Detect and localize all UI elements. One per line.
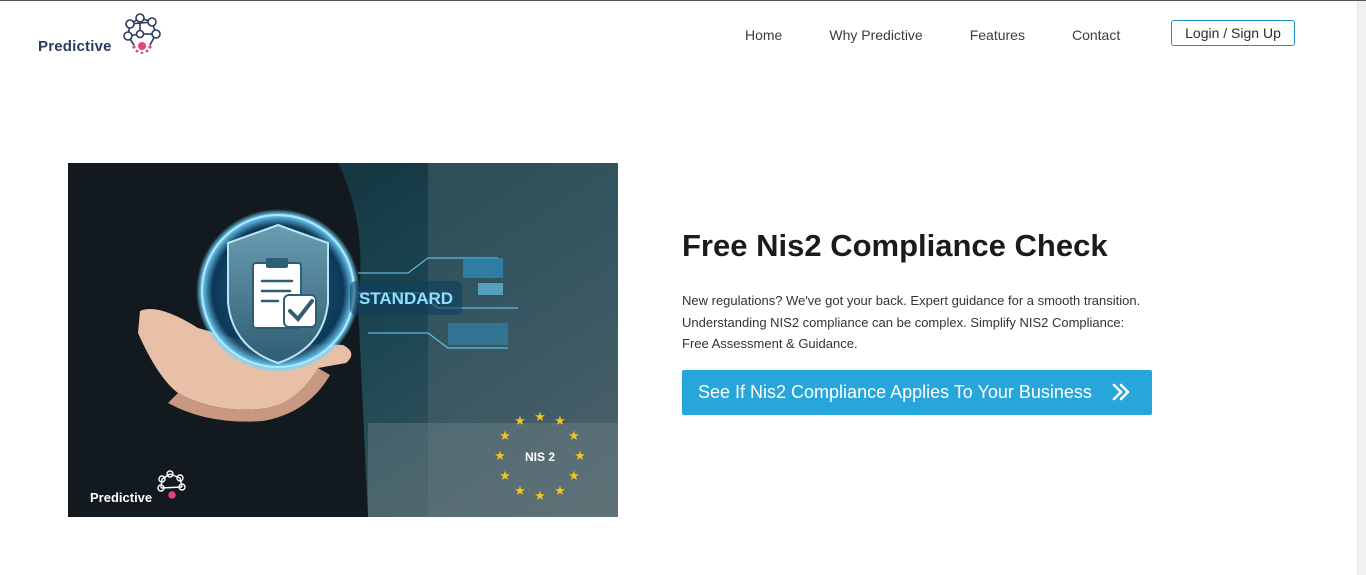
svg-text:★: ★ (534, 409, 546, 424)
svg-text:★: ★ (499, 428, 511, 443)
svg-text:★: ★ (568, 428, 580, 443)
svg-text:★: ★ (514, 483, 526, 498)
svg-text:★: ★ (554, 413, 566, 428)
hero-image: STANDARD ★ ★ ★ ★ ★ ★ ★ ★ ★ ★ ★ ★ NIS 2 P… (68, 163, 618, 517)
svg-text:★: ★ (499, 468, 511, 483)
nav-why-predictive[interactable]: Why Predictive (829, 27, 922, 43)
svg-text:★: ★ (534, 488, 546, 503)
image-watermark-brand: Predictive (90, 490, 152, 505)
nav-home[interactable]: Home (745, 27, 782, 43)
brand-name: Predictive (38, 38, 112, 55)
cta-label: See If Nis2 Compliance Applies To Your B… (698, 382, 1092, 402)
page-title: Free Nis2 Compliance Check (682, 228, 1108, 263)
main-nav: Home Why Predictive Features Contact (700, 24, 1167, 46)
standard-label: STANDARD (359, 289, 453, 308)
compliance-check-button[interactable]: See If Nis2 Compliance Applies To Your B… (682, 370, 1152, 415)
nav-features[interactable]: Features (970, 27, 1025, 43)
brand-logo[interactable]: Predictive (38, 12, 163, 55)
svg-text:★: ★ (554, 483, 566, 498)
window-top-border (0, 0, 1366, 1)
svg-text:★: ★ (574, 448, 586, 463)
svg-text:★: ★ (494, 448, 506, 463)
svg-text:★: ★ (514, 413, 526, 428)
network-brain-icon (123, 13, 161, 54)
hero-description: New regulations? We've got your back. Ex… (682, 293, 1141, 351)
svg-text:★: ★ (568, 468, 580, 483)
login-signup-button[interactable]: Login / Sign Up (1171, 20, 1295, 46)
nis2-badge-label: NIS 2 (525, 450, 555, 464)
double-chevron-right-icon (1112, 383, 1130, 401)
scrollbar[interactable] (1357, 1, 1366, 575)
nav-contact[interactable]: Contact (1072, 27, 1120, 43)
nis2-illustration: STANDARD ★ ★ ★ ★ ★ ★ ★ ★ ★ ★ ★ ★ NIS 2 P… (68, 163, 618, 517)
